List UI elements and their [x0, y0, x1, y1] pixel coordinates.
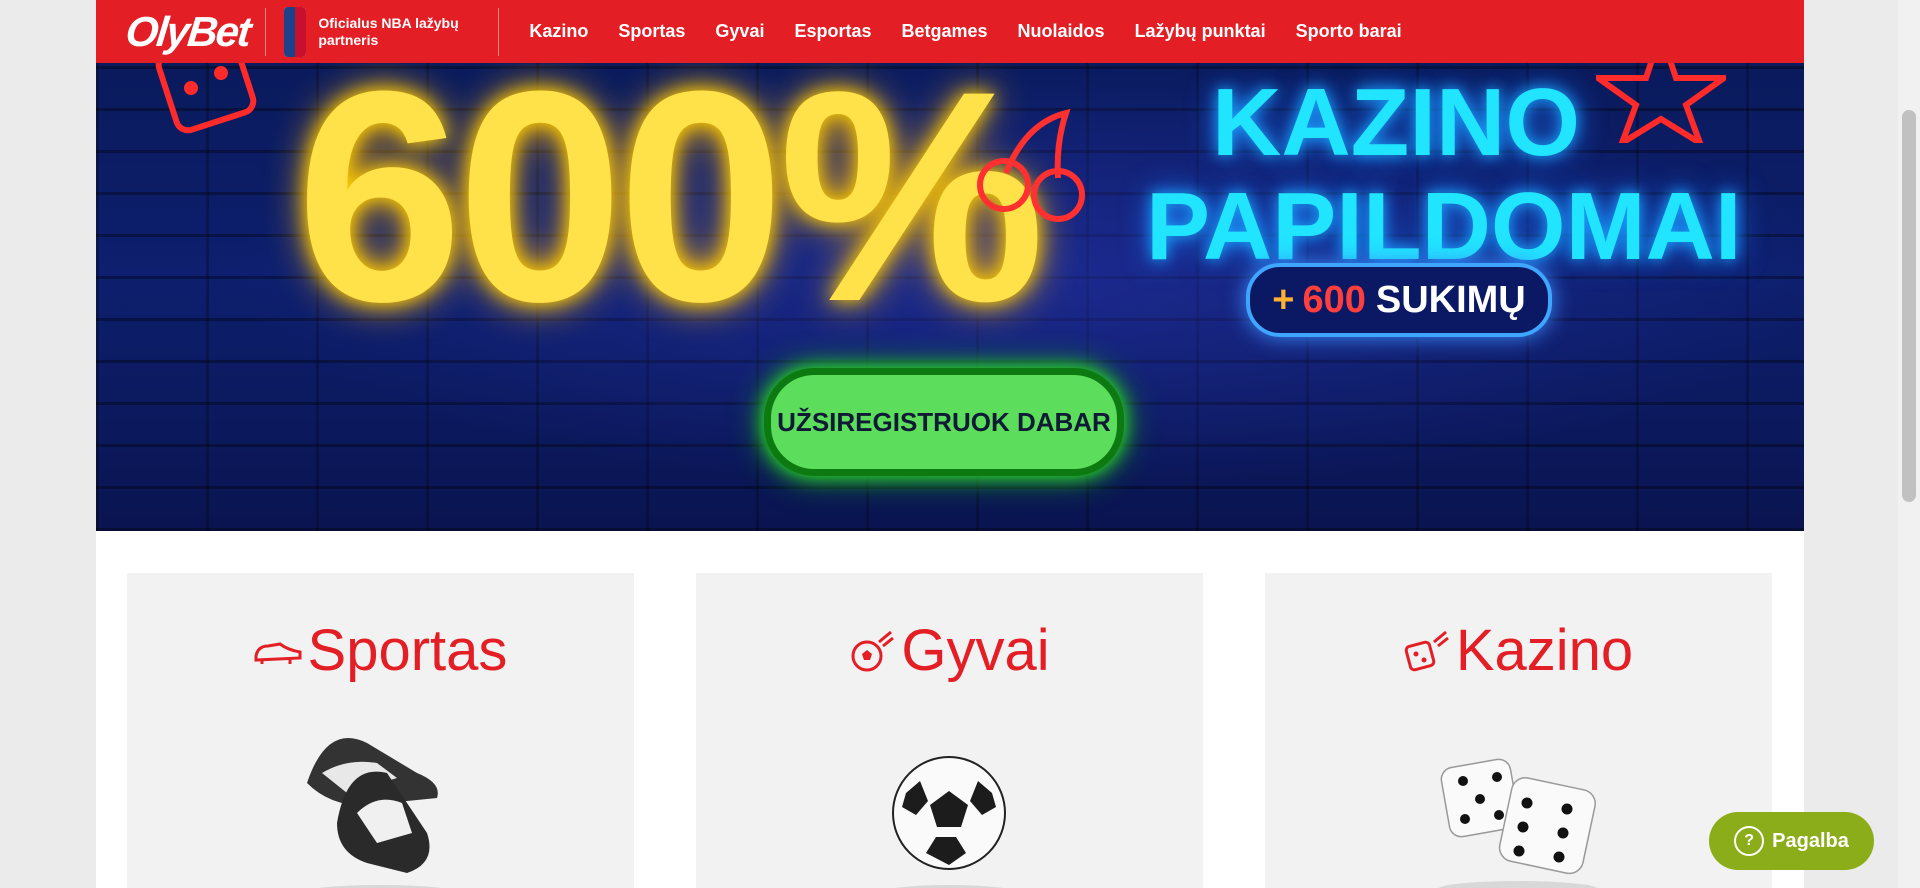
card-title: Gyvai — [696, 617, 1203, 684]
nav-lazybu-punktai[interactable]: Lažybų punktai — [1135, 21, 1266, 42]
card-title-text: Sportas — [307, 618, 508, 683]
card-title-text: Gyvai — [901, 618, 1050, 683]
card-title: Sportas — [127, 617, 634, 684]
cleat-icon — [254, 641, 302, 664]
nav-betgames[interactable]: Betgames — [902, 21, 988, 42]
free-spins-badge: + 600 SUKIMŲ — [1246, 263, 1552, 337]
card-gyvai[interactable]: Gyvai — [696, 573, 1203, 888]
olybet-logo[interactable]: OlyBet — [123, 8, 252, 56]
promo-banner[interactable]: 600% KAZINO PAPILDOMAI + 600 SUKIMŲ UŽSI… — [96, 63, 1804, 531]
help-label: Pagalba — [1772, 829, 1849, 852]
register-now-button[interactable]: UŽSIREGISTRUOK DABAR — [764, 368, 1124, 476]
header-divider-2 — [498, 7, 500, 56]
nav-kazino[interactable]: Kazino — [529, 21, 588, 42]
card-sportas[interactable]: Sportas — [127, 573, 634, 888]
soccer-ball-icon — [851, 630, 895, 671]
spins-count: 600 — [1302, 278, 1366, 321]
nav-gyvai[interactable]: Gyvai — [715, 21, 764, 42]
neon-cherry-icon — [977, 108, 1085, 222]
nav-esportas[interactable]: Esportas — [794, 21, 871, 42]
header-divider — [265, 7, 267, 56]
spins-plus: + — [1272, 278, 1295, 321]
dice-image — [1438, 758, 1598, 888]
neon-dice-icon — [155, 63, 257, 134]
card-title-text: Kazino — [1455, 618, 1634, 683]
nav-nuolaidos[interactable]: Nuolaidos — [1018, 21, 1105, 42]
question-icon: ? — [1734, 826, 1765, 856]
top-navigation-bar: OlyBet Oficialus NBA lažybų partneris Ka… — [96, 0, 1804, 63]
card-kazino[interactable]: Kazino — [1265, 573, 1772, 888]
main-nav: Kazino Sportas Gyvai Esportas Betgames N… — [517, 21, 1401, 42]
bonus-percent-headline: 600% — [296, 63, 1045, 364]
nav-sportas[interactable]: Sportas — [618, 21, 685, 42]
page-scrollbar[interactable] — [1898, 0, 1920, 888]
page: OlyBet Oficialus NBA lažybų partneris Ka… — [96, 0, 1804, 888]
spins-label: SUKIMŲ — [1375, 278, 1526, 321]
card-title: Kazino — [1265, 617, 1772, 684]
help-button[interactable]: ? Pagalba — [1709, 812, 1874, 870]
banner-line-1: KAZINO — [1212, 69, 1580, 176]
football-boots-image — [307, 738, 443, 888]
nba-logo-icon — [284, 6, 307, 57]
nav-sporto-barai[interactable]: Sporto barai — [1296, 21, 1402, 42]
scrollbar-thumb[interactable] — [1902, 110, 1916, 502]
partner-text: Oficialus NBA lažybų partneris — [318, 14, 459, 48]
dice-icon — [1404, 630, 1449, 671]
kazino-papildomai-text: KAZINO PAPILDOMAI — [1146, 69, 1742, 279]
soccer-ball-image — [892, 756, 1006, 888]
